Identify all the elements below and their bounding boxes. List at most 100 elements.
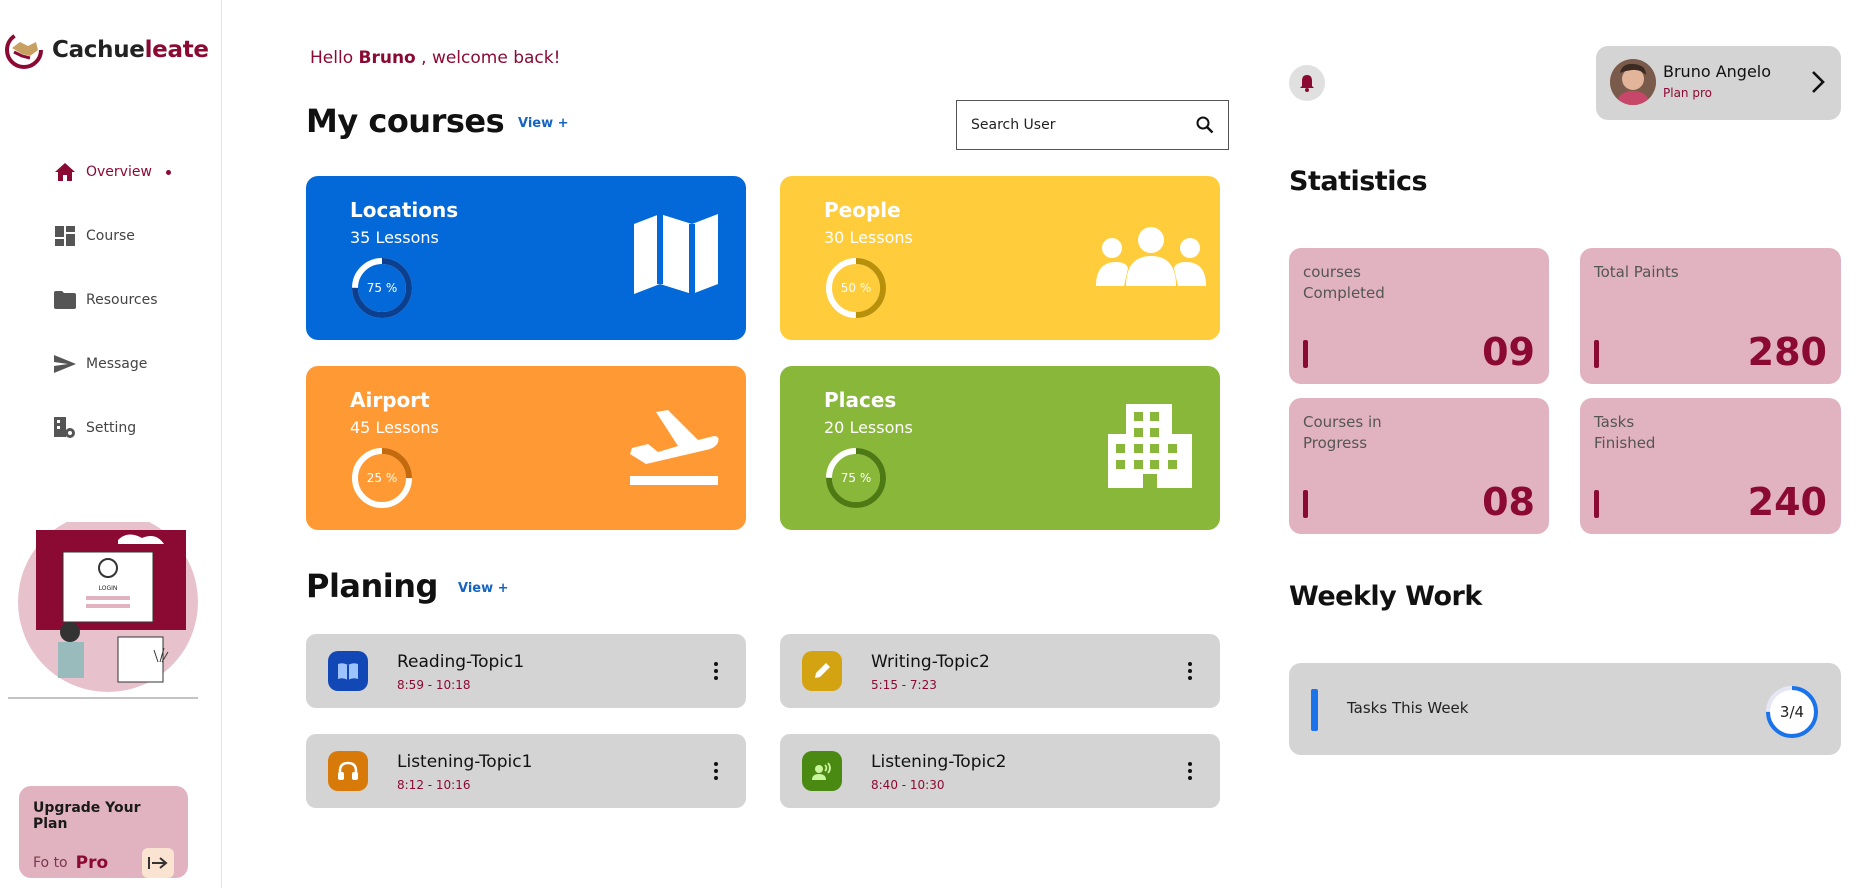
plan-time: 8:12 - 10:16 bbox=[397, 778, 471, 792]
course-card-people[interactable]: People 30 Lessons 50 % bbox=[780, 176, 1220, 340]
upgrade-title: Upgrade Your Plan bbox=[33, 800, 141, 832]
stat-value: 08 bbox=[1482, 480, 1535, 524]
statistics-title: Statistics bbox=[1289, 166, 1428, 197]
course-lessons: 20 Lessons bbox=[824, 418, 913, 437]
sidebar-item-label: Resources bbox=[86, 292, 158, 308]
avatar bbox=[1610, 59, 1656, 105]
dashboard-icon bbox=[54, 225, 76, 247]
more-options-icon[interactable] bbox=[708, 656, 724, 686]
folder-icon bbox=[54, 289, 76, 311]
sidebar-item-message[interactable]: Message bbox=[54, 332, 171, 396]
more-options-icon[interactable] bbox=[1182, 656, 1198, 686]
course-title: People bbox=[824, 198, 901, 222]
plan-item-reading-topic1[interactable]: Reading-Topic1 8:59 - 10:18 bbox=[306, 634, 746, 708]
stat-label: Total Paints bbox=[1594, 263, 1679, 281]
stat-label: courses Completed bbox=[1303, 263, 1385, 302]
stat-card-tasks-finished: Tasks Finished 240 bbox=[1580, 398, 1841, 534]
weekly-fraction: 3/4 bbox=[1779, 703, 1805, 721]
planning-view-link[interactable]: View + bbox=[458, 581, 509, 596]
stat-bar bbox=[1303, 340, 1308, 368]
sidebar: Cachueleate Overview Course Resources Me… bbox=[0, 0, 222, 888]
login-illustration: LOGIN bbox=[8, 522, 198, 699]
stat-value: 280 bbox=[1747, 330, 1827, 374]
profile-card[interactable]: Bruno Angelo Plan pro bbox=[1596, 46, 1841, 120]
weekly-tasks-card[interactable]: Tasks This Week 3/4 bbox=[1289, 663, 1841, 755]
course-card-locations[interactable]: Locations 35 Lessons 75 % bbox=[306, 176, 746, 340]
profile-name: Bruno Angelo bbox=[1663, 62, 1772, 81]
send-icon bbox=[54, 353, 76, 375]
search-box bbox=[956, 100, 1229, 150]
plan-time: 8:59 - 10:18 bbox=[397, 678, 471, 692]
sidebar-nav: Overview Course Resources Message Settin… bbox=[54, 140, 171, 460]
plan-time: 8:40 - 10:30 bbox=[871, 778, 945, 792]
course-title: Airport bbox=[350, 388, 430, 412]
plan-item-listening-topic1[interactable]: Listening-Topic1 8:12 - 10:16 bbox=[306, 734, 746, 808]
notification-button[interactable] bbox=[1289, 65, 1325, 101]
plan-item-writing-topic2[interactable]: Writing-Topic2 5:15 - 7:23 bbox=[780, 634, 1220, 708]
greeting: Hello Bruno , welcome back! bbox=[310, 48, 561, 68]
courses-view-link[interactable]: View + bbox=[518, 116, 569, 131]
search-icon[interactable] bbox=[1196, 116, 1214, 134]
progress-label: 75 % bbox=[840, 471, 872, 485]
search-input[interactable] bbox=[971, 117, 1196, 133]
sidebar-item-label: Setting bbox=[86, 420, 137, 436]
planning-title: Planing bbox=[306, 567, 438, 605]
sidebar-item-overview[interactable]: Overview bbox=[54, 140, 171, 204]
upgrade-plan-card: Upgrade Your Plan Fo to Pro bbox=[19, 786, 188, 878]
brand[interactable]: Cachueleate bbox=[4, 30, 209, 70]
handshake-logo-icon bbox=[5, 31, 43, 69]
airplane-icon bbox=[630, 410, 719, 485]
plan-time: 5:15 - 7:23 bbox=[871, 678, 937, 692]
progress-ring: 75 % bbox=[350, 256, 414, 320]
upgrade-button[interactable] bbox=[142, 848, 174, 878]
sidebar-item-resources[interactable]: Resources bbox=[54, 268, 171, 332]
more-options-icon[interactable] bbox=[1182, 756, 1198, 786]
building-icon bbox=[1108, 404, 1192, 488]
stat-value: 09 bbox=[1482, 330, 1535, 374]
plan-title: Reading-Topic1 bbox=[397, 652, 525, 672]
stat-card-total-paints: Total Paints 280 bbox=[1580, 248, 1841, 384]
bell-icon bbox=[1300, 75, 1314, 92]
home-icon bbox=[54, 161, 76, 183]
more-options-icon[interactable] bbox=[708, 756, 724, 786]
progress-label: 25 % bbox=[366, 471, 398, 485]
stat-label: Courses in Progress bbox=[1303, 413, 1382, 452]
course-title: Locations bbox=[350, 198, 459, 222]
greeting-name: Bruno bbox=[358, 48, 416, 68]
sidebar-item-setting[interactable]: Setting bbox=[54, 396, 171, 460]
course-card-airport[interactable]: Airport 45 Lessons 25 % bbox=[306, 366, 746, 530]
stat-value: 240 bbox=[1747, 480, 1827, 524]
pencil-icon bbox=[802, 651, 842, 691]
headphones-icon bbox=[328, 751, 368, 791]
progress-ring: 50 % bbox=[824, 256, 888, 320]
stat-card-courses-in-progress: Courses in Progress 08 bbox=[1289, 398, 1549, 534]
arrow-right-icon bbox=[148, 857, 168, 869]
people-icon bbox=[1096, 227, 1206, 286]
upgrade-pro-text: Pro bbox=[75, 853, 109, 873]
progress-ring: 75 % bbox=[824, 446, 888, 510]
plan-item-listening-topic2[interactable]: Listening-Topic2 8:40 - 10:30 bbox=[780, 734, 1220, 808]
plan-title: Listening-Topic1 bbox=[397, 752, 533, 772]
sidebar-item-label: Course bbox=[86, 228, 135, 244]
course-lessons: 30 Lessons bbox=[824, 228, 913, 247]
stat-label: Tasks Finished bbox=[1594, 413, 1656, 452]
progress-label: 50 % bbox=[840, 281, 872, 295]
settings-icon bbox=[54, 417, 76, 439]
illustration-login-text: LOGIN bbox=[99, 585, 118, 592]
progress-ring: 25 % bbox=[350, 446, 414, 510]
course-lessons: 35 Lessons bbox=[350, 228, 439, 247]
sidebar-item-course[interactable]: Course bbox=[54, 204, 171, 268]
map-icon bbox=[634, 214, 718, 294]
sidebar-item-label: Overview bbox=[86, 164, 152, 180]
stat-bar bbox=[1303, 490, 1308, 518]
active-indicator bbox=[165, 169, 171, 175]
stat-bar bbox=[1594, 340, 1599, 368]
plan-title: Writing-Topic2 bbox=[871, 652, 990, 672]
course-lessons: 45 Lessons bbox=[350, 418, 439, 437]
course-card-places[interactable]: Places 20 Lessons 75 % bbox=[780, 366, 1220, 530]
progress-label: 75 % bbox=[366, 281, 398, 295]
course-title: Places bbox=[824, 388, 897, 412]
chevron-right-icon bbox=[1812, 71, 1825, 93]
weekly-work-title: Weekly Work bbox=[1289, 581, 1482, 612]
profile-plan: Plan pro bbox=[1663, 86, 1712, 100]
